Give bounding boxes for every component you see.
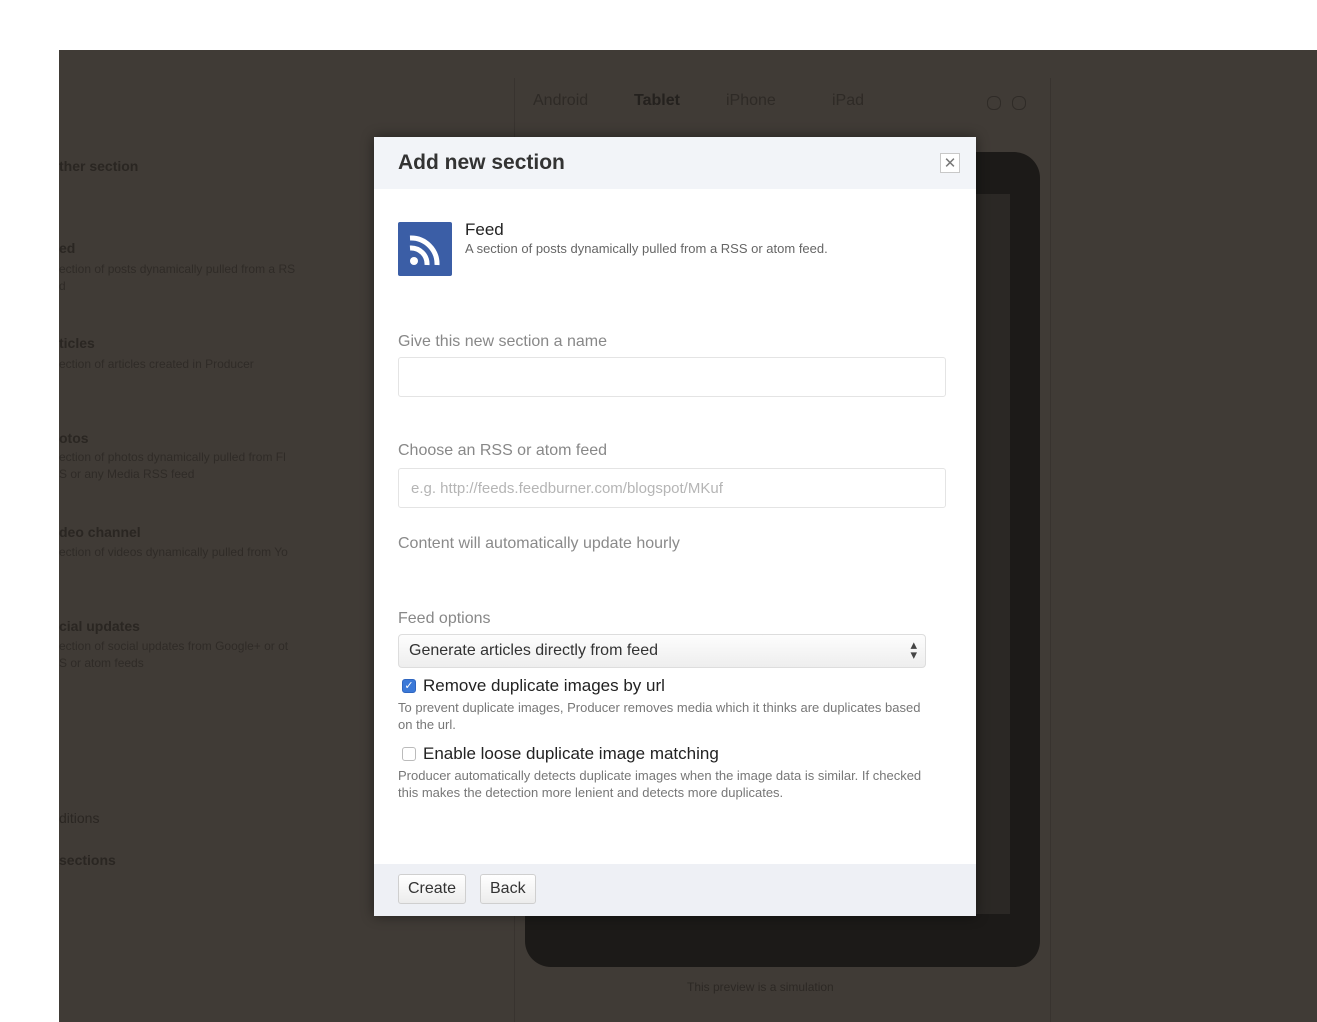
dialog-header: Add new section ✕ bbox=[374, 137, 976, 189]
sidebar-item-photos[interactable]: otos bbox=[59, 430, 89, 446]
rss-feed-icon bbox=[398, 222, 452, 276]
preview-note: This preview is a simulation bbox=[687, 980, 834, 994]
sidebar-item-editions[interactable]: ditions bbox=[59, 810, 99, 826]
feed-url-input[interactable] bbox=[398, 468, 946, 508]
loose-matching-label[interactable]: Enable loose duplicate image matching bbox=[423, 744, 719, 764]
section-type-title: Feed bbox=[465, 220, 504, 239]
remove-duplicates-checkbox[interactable]: ✓ bbox=[402, 679, 416, 693]
sidebar-item-articles-desc: ection of articles created in Producer bbox=[59, 357, 254, 371]
dialog-footer: Create Back bbox=[374, 864, 976, 916]
sidebar-heading: ther section bbox=[59, 158, 139, 174]
sidebar-item-sections[interactable]: sections bbox=[59, 852, 116, 868]
dialog-title: Add new section bbox=[398, 151, 565, 174]
update-hint: Content will automatically update hourly bbox=[398, 535, 680, 552]
feed-options-select[interactable]: Generate articles directly from feed ▴ ▾ bbox=[398, 634, 926, 668]
tab-android[interactable]: Android bbox=[533, 92, 588, 110]
section-name-label: Give this new section a name bbox=[398, 333, 607, 350]
sidebar-item-feed-desc: ection of posts dynamically pulled from … bbox=[59, 262, 296, 293]
tab-ipad[interactable]: iPad bbox=[832, 92, 864, 110]
close-icon[interactable]: ✕ bbox=[940, 153, 960, 173]
sidebar-item-articles[interactable]: ticles bbox=[59, 335, 95, 351]
loose-matching-checkbox[interactable] bbox=[402, 747, 416, 761]
sidebar-item-feed[interactable]: ed bbox=[59, 240, 75, 256]
tab-iphone[interactable]: iPhone bbox=[726, 92, 776, 110]
sidebar-item-video-channel[interactable]: deo channel bbox=[59, 524, 141, 540]
sidebar-item-social-desc: ection of social updates from Google+ or… bbox=[59, 639, 289, 670]
sidebar-item-photos-desc: ection of photos dynamically pulled from… bbox=[59, 450, 286, 481]
sidebar-item-video-desc: ection of videos dynamically pulled from… bbox=[59, 545, 288, 559]
create-button[interactable]: Create bbox=[398, 874, 467, 904]
tab-tablet[interactable]: Tablet bbox=[634, 92, 680, 110]
add-section-dialog: Add new section ✕ Feed A section of post… bbox=[374, 137, 976, 916]
sidebar-item-social-updates[interactable]: cial updates bbox=[59, 618, 140, 634]
remove-duplicates-help: To prevent duplicate images, Producer re… bbox=[398, 700, 921, 732]
remove-duplicates-label[interactable]: Remove duplicate images by url bbox=[423, 676, 665, 696]
section-name-input[interactable] bbox=[398, 357, 946, 397]
refresh-icon[interactable] bbox=[1012, 96, 1026, 110]
feed-options-label: Feed options bbox=[398, 610, 491, 627]
back-button[interactable]: Back bbox=[480, 874, 536, 904]
section-type-description: A section of posts dynamically pulled fr… bbox=[465, 241, 828, 256]
feed-url-label: Choose an RSS or atom feed bbox=[398, 442, 608, 459]
select-arrows-icon: ▴ ▾ bbox=[910, 637, 917, 662]
loose-matching-help: Producer automatically detects duplicate… bbox=[398, 768, 922, 800]
rotate-icon[interactable] bbox=[987, 96, 1001, 110]
feed-options-selected: Generate articles directly from feed bbox=[409, 642, 658, 659]
